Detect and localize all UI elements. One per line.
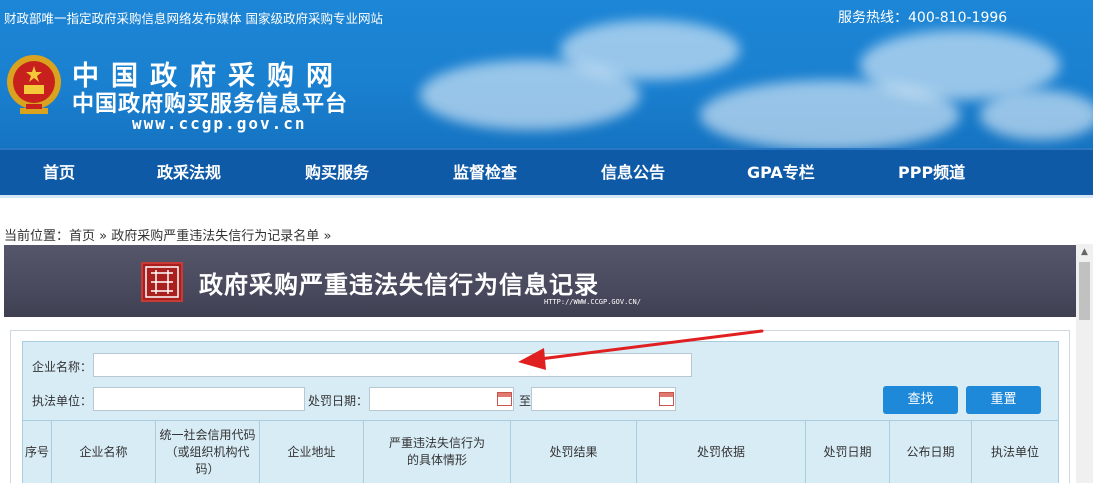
column-header-index: 序号: [22, 420, 52, 483]
header-line-group: 严重违法失信行为 的具体情形: [389, 435, 485, 469]
header-line: 企业名称: [79, 444, 128, 459]
date-from-input[interactable]: [369, 387, 514, 411]
reset-button[interactable]: 重置: [966, 386, 1041, 414]
breadcrumb-home-link[interactable]: 首页: [69, 229, 95, 244]
date-to-input[interactable]: [531, 387, 676, 411]
column-header-publish-date: 公布日期: [890, 420, 972, 483]
nav-item-announcements[interactable]: 信息公告: [601, 150, 665, 195]
column-header-company-name: 企业名称: [52, 420, 156, 483]
national-emblem-icon: [7, 55, 61, 114]
penalty-date-label: 处罚日期：: [308, 394, 369, 408]
breadcrumb-separator-trailing: »: [323, 229, 332, 244]
service-hotline: 服务热线：400-810-1996: [838, 10, 1008, 26]
header-line: 统一社会信用代码: [159, 427, 256, 442]
column-header-penalty-basis: 处罚依据: [637, 420, 806, 483]
nav-item-home[interactable]: 首页: [43, 150, 75, 195]
header-line-group: 统一社会信用代码 （或组织机构代 码）: [159, 427, 255, 478]
company-name-label: 企业名称：: [32, 360, 93, 374]
calendar-icon[interactable]: [497, 392, 512, 406]
nav-item-supervision[interactable]: 监督检查: [453, 150, 517, 195]
table-header-row: 序号 企业名称 统一社会信用代码 （或组织机构代 码） 企业地址 严重违法失信行…: [22, 420, 1059, 483]
site-logo-url: www.ccgp.gov.cn: [132, 114, 307, 133]
title-banner: 政府采购严重违法失信行为信息记录 HTTP://WWW.CCGP.GOV.CN/: [4, 245, 1076, 317]
site-header: 财政部唯一指定政府采购信息网络发布媒体 国家级政府采购专业网站 服务热线：400…: [0, 0, 1093, 148]
header-line: 处罚日期: [823, 444, 872, 459]
banner-title: 政府采购严重违法失信行为信息记录: [199, 271, 599, 299]
company-name-input[interactable]: [93, 353, 692, 377]
nav-item-regulations[interactable]: 政采法规: [157, 150, 221, 195]
breadcrumb-current[interactable]: 政府采购严重违法失信行为记录名单: [111, 229, 319, 244]
header-line: 执法单位: [990, 444, 1039, 459]
nav-item-ppp[interactable]: PPP频道: [898, 150, 965, 195]
column-header-company-address: 企业地址: [260, 420, 364, 483]
header-line: 严重违法失信行为: [388, 436, 485, 450]
nav-divider: [0, 195, 1093, 198]
header-line: 公布日期: [906, 444, 955, 459]
breadcrumb: 当前位置：首页 » 政府采购严重违法失信行为记录名单 »: [4, 225, 331, 244]
search-button[interactable]: 查找: [883, 386, 958, 414]
header-line: （或组织机构代: [165, 444, 250, 459]
site-tagline: 财政部唯一指定政府采购信息网络发布媒体 国家级政府采购专业网站: [4, 11, 383, 26]
seal-icon: [141, 262, 183, 302]
header-line: 处罚结果: [549, 444, 598, 459]
column-header-penalty-date: 处罚日期: [806, 420, 890, 483]
column-header-penalty-result: 处罚结果: [511, 420, 637, 483]
header-line: 处罚依据: [696, 444, 745, 459]
calendar-icon[interactable]: [659, 392, 674, 406]
breadcrumb-separator: »: [99, 229, 108, 244]
main-nav: 首页 政采法规 购买服务 监督检查 信息公告 GPA专栏 PPP频道: [0, 148, 1093, 195]
header-line: 序号: [24, 444, 49, 459]
header-line: 码）: [195, 461, 220, 476]
banner-url: HTTP://WWW.CCGP.GOV.CN/: [544, 298, 641, 306]
enforcement-agency-input[interactable]: [93, 387, 305, 411]
nav-item-gpa[interactable]: GPA专栏: [747, 150, 815, 195]
page: 财政部唯一指定政府采购信息网络发布媒体 国家级政府采购专业网站 服务热线：400…: [0, 0, 1093, 483]
scroll-up-icon[interactable]: ▲: [1076, 244, 1093, 261]
column-header-credit-code: 统一社会信用代码 （或组织机构代 码）: [156, 420, 260, 483]
breadcrumb-prefix: 当前位置：: [4, 229, 70, 244]
scrollbar-thumb[interactable]: [1079, 262, 1090, 320]
column-header-enforcement-agency: 执法单位: [972, 420, 1059, 483]
nav-item-purchase-services[interactable]: 购买服务: [305, 150, 369, 195]
header-line: 企业地址: [287, 444, 336, 459]
column-header-violation-details: 严重违法失信行为 的具体情形: [364, 420, 511, 483]
enforcement-agency-label: 执法单位：: [32, 394, 93, 408]
date-to-label: 至: [519, 394, 532, 408]
header-line: 的具体情形: [406, 453, 467, 467]
vertical-scrollbar[interactable]: ▲: [1076, 244, 1093, 483]
